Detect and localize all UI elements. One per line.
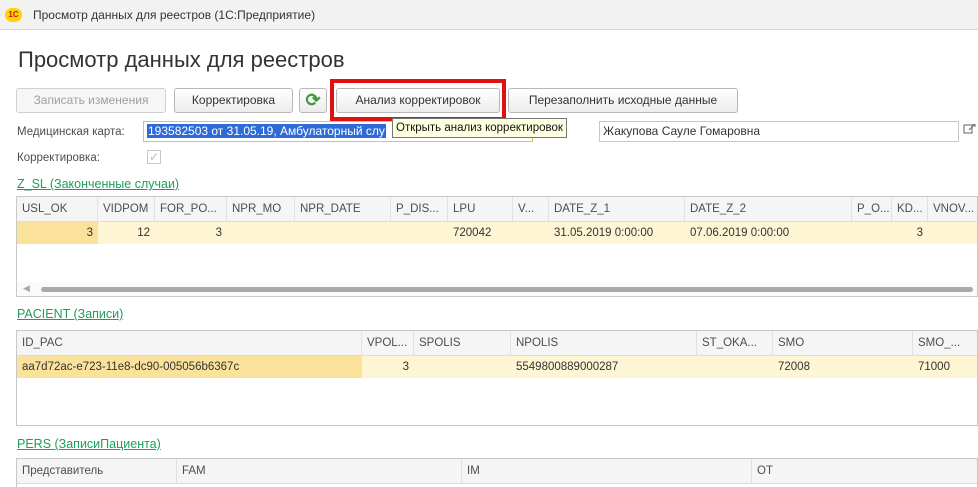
patient-field[interactable]: Жакупова Сауле Гомаровна	[599, 121, 959, 142]
table-cell[interactable]: 3	[892, 222, 928, 244]
column-header[interactable]: OT	[752, 459, 977, 484]
table-cell[interactable]: 3	[155, 222, 227, 244]
table-cell[interactable]: 3	[362, 356, 414, 378]
column-header[interactable]: VPOL...	[362, 331, 414, 356]
table-cell[interactable]	[414, 356, 511, 378]
column-header[interactable]: SMO	[773, 331, 913, 356]
save-changes-button[interactable]: Записать изменения	[16, 88, 166, 113]
column-header[interactable]: V...	[513, 197, 549, 222]
refresh-icon: ⟳	[305, 90, 321, 110]
table-cell[interactable]	[852, 222, 892, 244]
table-cell[interactable]	[295, 222, 391, 244]
table-header: USL_OK VIDPOM FOR_PO... NPR_MO NPR_DATE …	[17, 197, 977, 222]
highlight-frame	[330, 79, 506, 121]
column-header[interactable]: KD...	[892, 197, 928, 222]
medcard-label: Медицинская карта:	[17, 126, 125, 138]
column-header[interactable]: IM	[462, 459, 752, 484]
table-row[interactable]: aa7d72ac-e723-11e8-dc90-005056b6367c 3 5…	[17, 356, 977, 378]
table-cell[interactable]: 07.06.2019 0:00:00	[685, 222, 852, 244]
scrollbar-thumb[interactable]	[41, 287, 973, 292]
table-cell[interactable]: 31.05.2019 0:00:00	[549, 222, 685, 244]
column-header[interactable]: NPR_MO	[227, 197, 295, 222]
table-cell[interactable]: 3	[17, 222, 98, 244]
column-header[interactable]: ID_PAC	[17, 331, 362, 356]
horizontal-scrollbar[interactable]: ◀	[17, 282, 977, 296]
column-header[interactable]: USL_OK	[17, 197, 98, 222]
table-cell[interactable]: 720042	[448, 222, 513, 244]
column-header[interactable]: VNOV...	[928, 197, 977, 222]
column-header[interactable]: ST_OKA...	[697, 331, 773, 356]
table-cell[interactable]	[227, 222, 295, 244]
table-cell[interactable]: aa7d72ac-e723-11e8-dc90-005056b6367c	[17, 356, 362, 378]
column-header[interactable]: FAM	[177, 459, 462, 484]
column-header[interactable]: LPU	[448, 197, 513, 222]
table-cell[interactable]	[928, 222, 977, 244]
column-header[interactable]: DATE_Z_1	[549, 197, 685, 222]
column-header[interactable]: NPR_DATE	[295, 197, 391, 222]
table-cell[interactable]: 5549800889000287	[511, 356, 697, 378]
pers-table[interactable]: Представитель FAM IM OT	[16, 458, 978, 487]
table-cell[interactable]	[513, 222, 549, 244]
table-cell[interactable]: 72008	[773, 356, 913, 378]
pers-section-link[interactable]: PERS (ЗаписиПациента)	[17, 437, 161, 451]
table-header: ID_PAC VPOL... SPOLIS NPOLIS ST_OKA... S…	[17, 331, 977, 356]
correction-button[interactable]: Корректировка	[174, 88, 293, 113]
window-title: Просмотр данных для реестров (1С:Предпри…	[33, 8, 316, 22]
medcard-value: 193582503 от 31.05.19, Амбулаторный слу	[147, 124, 386, 138]
zsl-section-link[interactable]: Z_SL (Законченные случаи)	[17, 177, 179, 191]
scroll-left-icon[interactable]: ◀	[23, 283, 30, 294]
table-cell[interactable]	[697, 356, 773, 378]
correction-checkbox[interactable]: ✓	[147, 150, 161, 164]
table-row[interactable]: 3 12 3 720042 31.05.2019 0:00:00 07.06.2…	[17, 222, 977, 244]
pacient-section-link[interactable]: PACIENT (Записи)	[17, 307, 123, 321]
refresh-button[interactable]: ⟳	[299, 88, 327, 113]
column-header[interactable]: SPOLIS	[414, 331, 511, 356]
column-header[interactable]: VIDPOM	[98, 197, 155, 222]
refill-source-data-button[interactable]: Перезаполнить исходные данные	[508, 88, 738, 113]
column-header[interactable]: NPOLIS	[511, 331, 697, 356]
checkmark-icon: ✓	[148, 150, 160, 164]
app-logo-icon: 1С	[5, 8, 22, 22]
column-header[interactable]: SMO_...	[913, 331, 977, 356]
table-header: Представитель FAM IM OT	[17, 459, 977, 484]
column-header[interactable]: DATE_Z_2	[685, 197, 852, 222]
open-icon[interactable]	[963, 123, 976, 136]
table-cell[interactable]	[391, 222, 448, 244]
pacient-table[interactable]: ID_PAC VPOL... SPOLIS NPOLIS ST_OKA... S…	[16, 330, 978, 426]
column-header[interactable]: P_O...	[852, 197, 892, 222]
zsl-table[interactable]: USL_OK VIDPOM FOR_PO... NPR_MO NPR_DATE …	[16, 196, 978, 297]
correction-label: Корректировка:	[17, 152, 100, 164]
column-header[interactable]: Представитель	[17, 459, 177, 484]
column-header[interactable]: FOR_PO...	[155, 197, 227, 222]
tooltip: Открыть анализ корректировок	[392, 118, 567, 138]
window-titlebar: 1С Просмотр данных для реестров (1С:Пред…	[0, 0, 978, 30]
table-cell[interactable]: 71000	[913, 356, 977, 378]
page-title: Просмотр данных для реестров	[18, 47, 345, 72]
table-cell[interactable]: 12	[98, 222, 155, 244]
column-header[interactable]: P_DIS...	[391, 197, 448, 222]
